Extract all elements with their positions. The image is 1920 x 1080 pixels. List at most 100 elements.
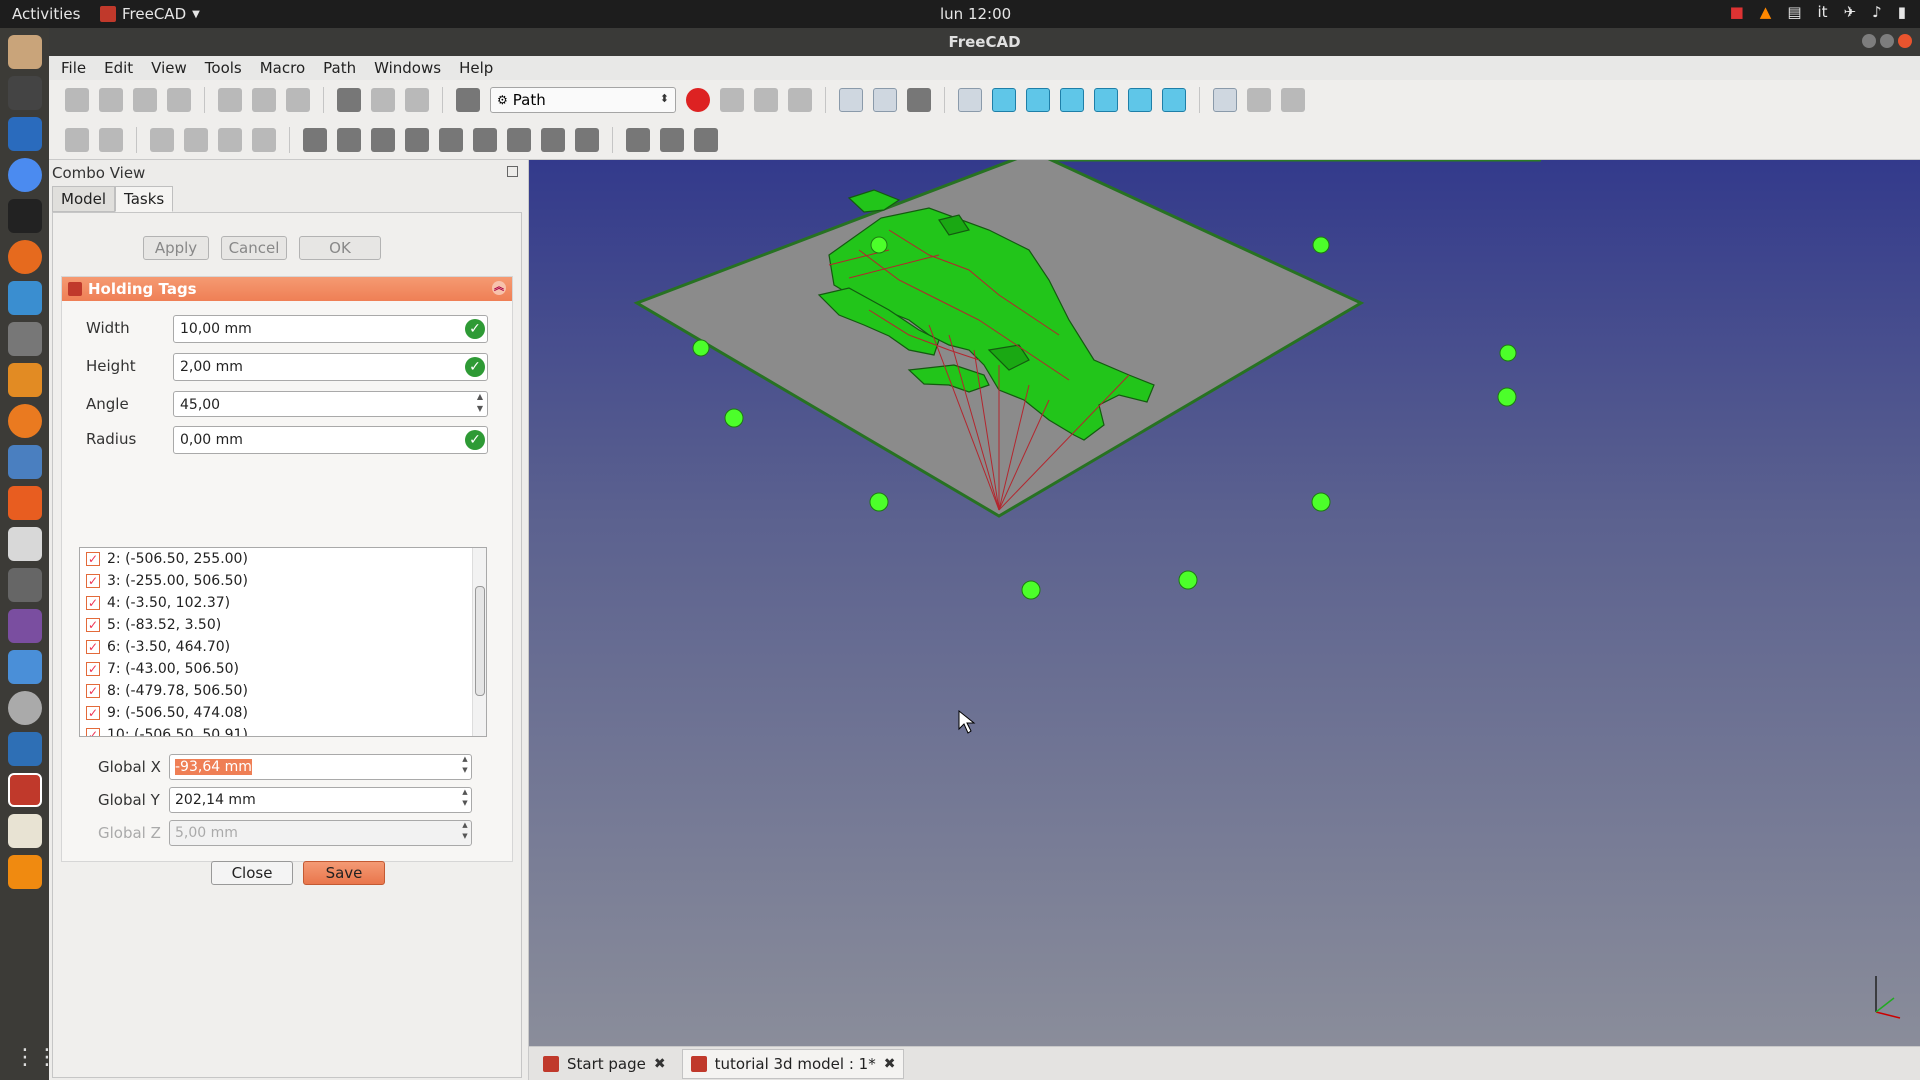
clipboard-icon[interactable]: ▤ [1787, 3, 1801, 21]
angle-field[interactable]: 45,00 [173, 391, 488, 417]
list-item[interactable]: ✓ 2: (-506.50, 255.00) [80, 548, 486, 570]
scrollbar-thumb[interactable] [475, 586, 485, 696]
print-icon[interactable] [167, 88, 191, 112]
pocket-icon[interactable] [405, 127, 429, 152]
menu-view[interactable]: View [151, 59, 187, 77]
global-y-spin-buttons[interactable]: ▲ ▼ [458, 787, 472, 811]
top-view-icon[interactable] [1026, 88, 1050, 112]
copy-icon[interactable] [252, 88, 276, 112]
adaptive-icon[interactable] [541, 127, 565, 152]
apply-button[interactable]: Apply [143, 236, 209, 260]
minimize-icon[interactable] [1862, 34, 1876, 48]
measure-icon[interactable] [1213, 88, 1237, 112]
tool-table-icon[interactable] [184, 127, 208, 152]
app-menu[interactable]: FreeCAD ▼ [100, 5, 200, 23]
terminal-icon[interactable] [7, 76, 42, 110]
drilling-icon[interactable] [626, 127, 650, 152]
chrome-icon[interactable] [7, 158, 42, 192]
list-item[interactable]: ✓ 3: (-255.00, 506.50) [80, 570, 486, 592]
front-view-icon[interactable] [992, 88, 1016, 112]
global-x-spin-buttons[interactable]: ▲ ▼ [458, 754, 472, 778]
list-item[interactable]: ✓ 9: (-506.50, 474.08) [80, 702, 486, 724]
width-field[interactable]: 10,00 mm [173, 315, 488, 343]
list-item[interactable]: ✓ 8: (-479.78, 506.50) [80, 680, 486, 702]
camera-icon[interactable] [7, 568, 42, 602]
holding-tag[interactable] [1021, 580, 1041, 600]
clock[interactable]: lun 12:00 [940, 5, 1011, 23]
checkbox[interactable]: ✓ [86, 684, 100, 698]
paste-icon[interactable] [286, 88, 310, 112]
menu-edit[interactable]: Edit [104, 59, 133, 77]
video-editor-icon[interactable] [7, 609, 42, 643]
gimp-icon[interactable] [7, 322, 42, 356]
fit-selection-icon[interactable] [873, 88, 897, 112]
settings-icon[interactable] [7, 527, 42, 561]
run-macro-icon[interactable] [788, 88, 812, 112]
tags-list[interactable]: ✓ 2: (-506.50, 255.00) ✓ 3: (-255.00, 506.… [79, 547, 487, 737]
float-panel-icon[interactable] [507, 166, 518, 177]
stop-macro-icon[interactable] [720, 88, 744, 112]
list-item[interactable]: ✓ 5: (-83.52, 3.50) [80, 614, 486, 636]
document-icon[interactable] [7, 117, 42, 151]
ok-button[interactable]: OK [299, 236, 381, 260]
profile-faces-icon[interactable] [371, 127, 395, 152]
keyboard-layout[interactable]: it [1818, 3, 1828, 21]
whats-this-icon[interactable] [456, 88, 480, 112]
software-center-icon[interactable] [7, 486, 42, 520]
part-icon[interactable] [1247, 88, 1271, 112]
checkbox[interactable]: ✓ [86, 640, 100, 654]
list-item[interactable]: ✓ 10: (-506.50, 50.91) [80, 724, 486, 736]
workbench-selector[interactable]: ⚙ Path ⬍ [490, 87, 676, 113]
airplane-icon[interactable]: ✈ [1844, 3, 1857, 21]
open-file-icon[interactable] [99, 88, 123, 112]
activities-button[interactable]: Activities [12, 5, 80, 23]
3d-scene[interactable] [529, 160, 1920, 1046]
holding-tag[interactable] [1497, 387, 1517, 407]
save-button[interactable]: Save [303, 861, 385, 885]
dressup-icon[interactable] [660, 127, 684, 152]
global-y-field[interactable]: 202,14 mm [169, 787, 472, 813]
checkbox[interactable]: ✓ [86, 662, 100, 676]
tab-start-page[interactable]: Start page ✖ [535, 1050, 674, 1078]
freecad-launcher-icon[interactable] [7, 773, 42, 807]
list-item[interactable]: ✓ 4: (-3.50, 102.37) [80, 592, 486, 614]
maximize-icon[interactable] [1880, 34, 1894, 48]
pocket-shape-icon[interactable] [439, 127, 463, 152]
list-scrollbar[interactable] [472, 548, 486, 736]
edit-macro-icon[interactable] [754, 88, 778, 112]
holding-tag[interactable] [724, 408, 744, 428]
menu-tools[interactable]: Tools [205, 59, 242, 77]
angle-spin-buttons[interactable]: ▲ ▼ [472, 391, 488, 417]
close-icon[interactable]: ✖ [654, 1056, 666, 1072]
job-icon[interactable] [65, 127, 89, 152]
rear-view-icon[interactable] [1094, 88, 1118, 112]
firefox-icon[interactable] [7, 240, 42, 274]
battery-icon[interactable]: ▮ [1898, 3, 1906, 21]
tab-tasks[interactable]: Tasks [115, 186, 174, 212]
cut-icon[interactable] [218, 88, 242, 112]
eye-icon[interactable] [7, 691, 42, 725]
checkbox[interactable]: ✓ [86, 728, 100, 736]
refresh-icon[interactable] [405, 88, 429, 112]
fit-all-icon[interactable] [839, 88, 863, 112]
list-item[interactable]: ✓ 6: (-3.50, 464.70) [80, 636, 486, 658]
profile-icon[interactable] [303, 127, 327, 152]
holding-tag[interactable] [869, 492, 889, 512]
stock-icon[interactable] [252, 127, 276, 152]
collapse-icon[interactable]: ︽ [492, 281, 506, 295]
tab-tutorial-model[interactable]: tutorial 3d model : 1* ✖ [681, 1048, 905, 1079]
engrave-icon[interactable] [575, 127, 599, 152]
close-button[interactable]: Close [211, 861, 293, 885]
helix-icon[interactable] [507, 127, 531, 152]
group-folder-icon[interactable] [1281, 88, 1305, 112]
save-icon[interactable] [133, 88, 157, 112]
tool-controller-icon[interactable] [150, 127, 174, 152]
left-view-icon[interactable] [1162, 88, 1186, 112]
editor-icon[interactable] [7, 281, 42, 315]
viewer-icon[interactable] [7, 445, 42, 479]
holding-tag[interactable] [870, 236, 888, 254]
menu-help[interactable]: Help [459, 59, 493, 77]
console-icon[interactable] [7, 199, 42, 233]
array-icon[interactable] [218, 127, 242, 152]
global-x-field[interactable]: -93,64 mm [169, 754, 472, 780]
